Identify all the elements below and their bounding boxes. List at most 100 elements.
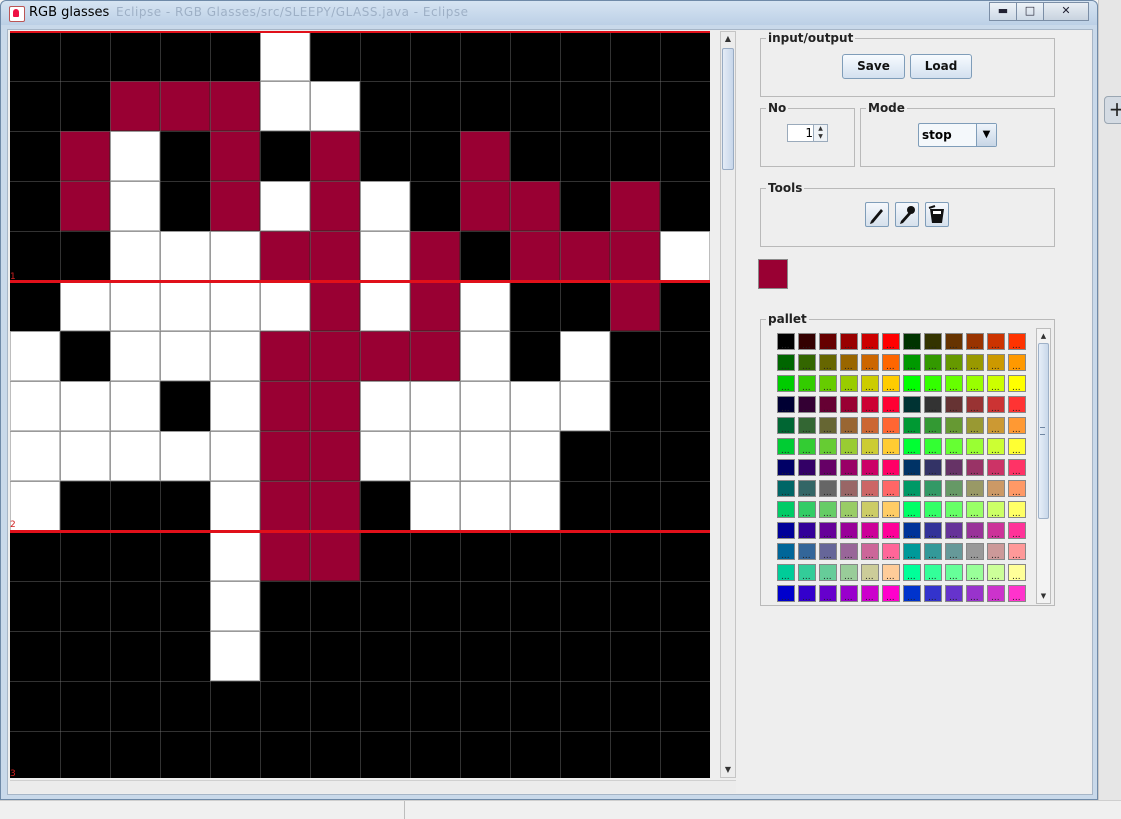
canvas-pixel[interactable] [460,181,510,231]
pallet-swatch[interactable]: ... [798,396,816,414]
pallet-swatch[interactable]: ... [987,543,1005,561]
pallet-swatch[interactable]: ... [966,564,984,582]
canvas-pixel[interactable] [160,281,210,331]
canvas-pixel[interactable] [460,131,510,181]
canvas-pixel[interactable] [210,581,260,631]
canvas-pixel[interactable] [460,431,510,481]
title-bar[interactable]: RGB glasses Eclipse - RGB Glasses/src/SL… [1,1,1097,25]
canvas-pixel[interactable] [460,281,510,331]
pallet-swatch[interactable]: ... [1008,375,1026,393]
pallet-swatch[interactable]: ... [819,564,837,582]
pallet-swatch[interactable]: ... [903,459,921,477]
load-button[interactable]: Load [910,54,972,79]
pallet-swatch[interactable]: ... [777,354,795,372]
pallet-swatch[interactable]: ... [924,585,942,603]
canvas-pixel[interactable] [260,381,310,431]
pallet-swatch[interactable]: ... [987,522,1005,540]
pallet-swatch[interactable]: ... [966,375,984,393]
canvas-pixel[interactable] [310,431,360,481]
canvas-pixel[interactable] [610,181,660,231]
pallet-swatch[interactable]: ... [882,459,900,477]
pallet-swatch[interactable]: ... [819,375,837,393]
canvas-pixel[interactable] [210,431,260,481]
pallet-swatch[interactable]: ... [987,480,1005,498]
canvas-pixel[interactable] [410,231,460,281]
pallet-swatch[interactable]: ... [945,585,963,603]
pallet-swatch[interactable]: ... [987,459,1005,477]
canvas-pixel[interactable] [360,431,410,481]
pallet-swatch[interactable]: ... [1008,501,1026,519]
scroll-down-arrow-icon[interactable]: ▼ [721,763,735,777]
canvas-pixel[interactable] [260,81,310,131]
pallet-swatch[interactable]: ... [840,354,858,372]
pallet-swatch[interactable]: ... [819,354,837,372]
pallet-swatch[interactable]: ... [882,501,900,519]
pallet-swatch[interactable]: ... [987,354,1005,372]
pallet-swatch[interactable]: ... [840,585,858,603]
canvas-pixel[interactable] [310,481,360,531]
canvas-pixel[interactable] [460,381,510,431]
canvas-pixel[interactable] [460,331,510,381]
canvas-pixel[interactable] [210,231,260,281]
pallet-swatch[interactable]: ... [861,438,879,456]
pallet-swatch[interactable]: ... [882,354,900,372]
pallet-swatch[interactable]: ... [945,501,963,519]
pallet-swatch[interactable]: ... [861,543,879,561]
dropper-tool-button[interactable] [895,202,919,227]
bucket-tool-button[interactable] [925,202,949,227]
canvas-pixel[interactable] [560,331,610,381]
pallet-swatch[interactable]: ... [945,522,963,540]
pallet-swatch[interactable]: ... [903,543,921,561]
pallet-swatch[interactable]: ... [945,438,963,456]
pallet-swatch[interactable]: ... [966,417,984,435]
pallet-swatch[interactable]: ... [861,564,879,582]
canvas-pixel[interactable] [110,431,160,481]
canvas-pixel[interactable] [360,231,410,281]
pallet-swatch[interactable]: ... [777,459,795,477]
pallet-swatch[interactable]: ... [966,543,984,561]
pallet-swatch[interactable]: ... [924,480,942,498]
pallet-swatch[interactable]: ... [966,354,984,372]
canvas-pixel[interactable] [110,81,160,131]
pallet-swatch[interactable]: ... [861,522,879,540]
pallet-swatch[interactable]: ... [987,396,1005,414]
pallet-swatch[interactable]: ... [840,564,858,582]
canvas-pixel[interactable] [660,231,710,281]
spinner-down-icon[interactable]: ▼ [814,133,827,141]
canvas-pixel[interactable] [410,281,460,331]
pallet-swatch[interactable]: ... [945,354,963,372]
pallet-swatch[interactable]: ... [882,480,900,498]
canvas-pixel[interactable] [110,181,160,231]
canvas-pixel[interactable] [310,181,360,231]
pallet-swatch[interactable]: ... [777,333,795,351]
pallet-swatch[interactable]: ... [966,501,984,519]
pallet-swatch[interactable]: ... [903,354,921,372]
pallet-swatch[interactable]: ... [798,438,816,456]
canvas-pixel[interactable] [310,81,360,131]
canvas-pixel[interactable] [610,231,660,281]
pallet-swatch[interactable]: ... [1008,564,1026,582]
pallet-swatch[interactable]: ... [777,543,795,561]
pallet-scrollbar[interactable]: ▲ ▼ [1036,328,1051,604]
chevron-down-icon[interactable]: ▼ [976,124,996,146]
pallet-swatch[interactable]: ... [882,417,900,435]
canvas-pixel[interactable] [260,181,310,231]
close-button[interactable]: ✕ [1043,2,1089,21]
pallet-swatch[interactable]: ... [861,375,879,393]
pallet-swatch[interactable]: ... [903,375,921,393]
pallet-swatch[interactable]: ... [861,480,879,498]
canvas-vertical-scrollbar[interactable]: ▲ ▼ [720,31,736,778]
canvas-pixel[interactable] [10,431,60,481]
pallet-swatch[interactable]: ... [1008,522,1026,540]
pallet-swatch[interactable]: ... [882,543,900,561]
canvas-pixel[interactable] [210,81,260,131]
canvas-pixel[interactable] [260,31,310,81]
pallet-swatch[interactable]: ... [840,396,858,414]
current-color-swatch[interactable] [758,259,788,289]
pallet-swatch[interactable]: ... [861,396,879,414]
pallet-swatch[interactable]: ... [966,480,984,498]
background-add-tab-button[interactable]: + [1104,96,1121,124]
pallet-swatch[interactable]: ... [945,417,963,435]
pallet-swatch[interactable]: ... [882,333,900,351]
pallet-swatch[interactable]: ... [966,333,984,351]
